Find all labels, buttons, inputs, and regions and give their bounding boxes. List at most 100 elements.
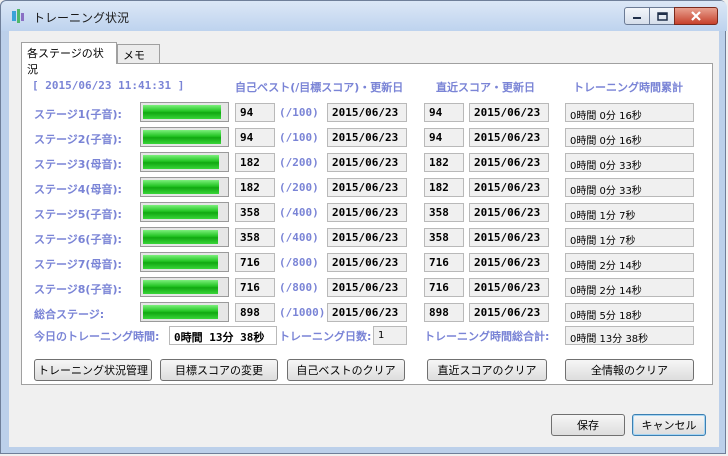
progress-fill	[143, 230, 218, 244]
best-update-date: 2015/06/23	[327, 178, 407, 197]
stage-progress-bar	[140, 202, 229, 222]
stage-status-panel: [ 2015/06/23 11:41:31 ] 自己ベスト(/目標スコア)・更新…	[21, 63, 713, 385]
best-update-date: 2015/06/23	[327, 303, 407, 322]
app-icon	[12, 9, 24, 23]
stage-label: ステージ5(子音):	[34, 208, 122, 221]
best-update-date: 2015/06/23	[327, 153, 407, 172]
recent-update-date: 2015/06/23	[469, 253, 549, 272]
best-score: 94	[235, 128, 275, 147]
header-best: 自己ベスト(/目標スコア)・更新日	[235, 81, 404, 94]
progress-fill	[143, 155, 219, 169]
progress-fill	[143, 280, 218, 294]
recent-score: 358	[424, 203, 464, 222]
target-score: (/400)	[279, 206, 319, 219]
best-score: 182	[235, 178, 275, 197]
cumulative-time: 0時間 0分 16秒	[565, 128, 694, 147]
stage-label: ステージ8(子音):	[34, 283, 122, 296]
total-time-label: トレーニング時間総合計:	[424, 330, 550, 343]
progress-fill	[143, 255, 218, 269]
best-update-date: 2015/06/23	[327, 103, 407, 122]
stage-progress-bar	[140, 227, 229, 247]
recent-score: 182	[424, 178, 464, 197]
cumulative-time: 0時間 0分 33秒	[565, 178, 694, 197]
stage-label: ステージ7(母音):	[34, 258, 122, 271]
cumulative-time: 0時間 2分 14秒	[565, 278, 694, 297]
stage-label: ステージ3(母音):	[34, 158, 122, 171]
stage-label: ステージ2(子音):	[34, 133, 122, 146]
clear-all-button[interactable]: 全情報のクリア	[565, 359, 694, 381]
stage-progress-bar	[140, 177, 229, 197]
target-score: (/100)	[279, 106, 319, 119]
cumulative-time: 0時間 1分 7秒	[565, 203, 694, 222]
stage-label: ステージ4(母音):	[34, 183, 122, 196]
window-title: トレーニング状況	[33, 11, 130, 25]
target-score: (/800)	[279, 281, 319, 294]
training-days-label: トレーニング日数:	[279, 330, 372, 343]
minimize-icon	[633, 17, 641, 19]
recent-update-date: 2015/06/23	[469, 278, 549, 297]
change-target-button[interactable]: 目標スコアの変更	[160, 359, 278, 381]
close-button[interactable]	[674, 7, 718, 25]
recent-score: 94	[424, 103, 464, 122]
today-time-value: 0時間 13分 38秒	[169, 326, 277, 345]
progress-fill	[143, 130, 222, 144]
maximize-icon	[656, 11, 668, 21]
cumulative-time: 0時間 1分 7秒	[565, 228, 694, 247]
recent-score: 182	[424, 153, 464, 172]
recent-score: 716	[424, 278, 464, 297]
target-score: (/400)	[279, 231, 319, 244]
target-score: (/800)	[279, 256, 319, 269]
recent-update-date: 2015/06/23	[469, 128, 549, 147]
close-icon	[691, 11, 701, 21]
header-time: トレーニング時間累計	[573, 81, 683, 94]
stage-label: 総合ステージ:	[34, 308, 105, 321]
cancel-button[interactable]: キャンセル	[632, 414, 706, 436]
best-update-date: 2015/06/23	[327, 128, 407, 147]
stage-progress-bar	[140, 252, 229, 272]
stage-label: ステージ6(子音):	[34, 233, 122, 246]
manage-training-button[interactable]: トレーニング状況管理	[34, 359, 152, 381]
target-score: (/100)	[279, 131, 319, 144]
recent-update-date: 2015/06/23	[469, 228, 549, 247]
recent-update-date: 2015/06/23	[469, 203, 549, 222]
best-score: 94	[235, 103, 275, 122]
minimize-button[interactable]	[624, 7, 650, 25]
best-score: 182	[235, 153, 275, 172]
stage-progress-bar	[140, 152, 229, 172]
save-button[interactable]: 保存	[551, 414, 625, 436]
cumulative-time: 0時間 2分 14秒	[565, 253, 694, 272]
best-score: 358	[235, 228, 275, 247]
tab-stage-status[interactable]: 各ステージの状況	[21, 42, 117, 76]
best-score: 716	[235, 278, 275, 297]
progress-fill	[143, 205, 218, 219]
recent-score: 94	[424, 128, 464, 147]
total-time-value: 0時間 13分 38秒	[565, 326, 694, 345]
recent-score: 358	[424, 228, 464, 247]
timestamp: [ 2015/06/23 11:41:31 ]	[32, 79, 185, 92]
clear-best-button[interactable]: 自己ベストのクリア	[287, 359, 405, 381]
progress-fill	[143, 305, 218, 319]
target-score: (/200)	[279, 181, 319, 194]
stage-progress-bar	[140, 127, 229, 147]
tab-memo[interactable]: メモ	[117, 44, 160, 64]
dialog-body: 各ステージの状況 メモ [ 2015/06/23 11:41:31 ] 自己ベス…	[9, 31, 719, 447]
title-bar[interactable]: トレーニング状況	[1, 1, 727, 31]
target-score: (/200)	[279, 156, 319, 169]
best-score: 716	[235, 253, 275, 272]
best-update-date: 2015/06/23	[327, 253, 407, 272]
recent-update-date: 2015/06/23	[469, 303, 549, 322]
progress-fill	[143, 180, 219, 194]
cumulative-time: 0時間 0分 33秒	[565, 153, 694, 172]
recent-update-date: 2015/06/23	[469, 178, 549, 197]
today-time-label: 今日のトレーニング時間:	[34, 330, 160, 343]
recent-update-date: 2015/06/23	[469, 153, 549, 172]
clear-recent-button[interactable]: 直近スコアのクリア	[427, 359, 547, 381]
stage-progress-bar	[140, 102, 229, 122]
recent-score: 716	[424, 253, 464, 272]
recent-update-date: 2015/06/23	[469, 103, 549, 122]
stage-progress-bar	[140, 302, 229, 322]
dialog-window: トレーニング状況 各ステージの状況 メモ [ 2015/06/23 11:41:…	[0, 0, 727, 454]
maximize-button[interactable]	[649, 7, 675, 25]
target-score: (/1000)	[279, 306, 326, 319]
best-update-date: 2015/06/23	[327, 203, 407, 222]
